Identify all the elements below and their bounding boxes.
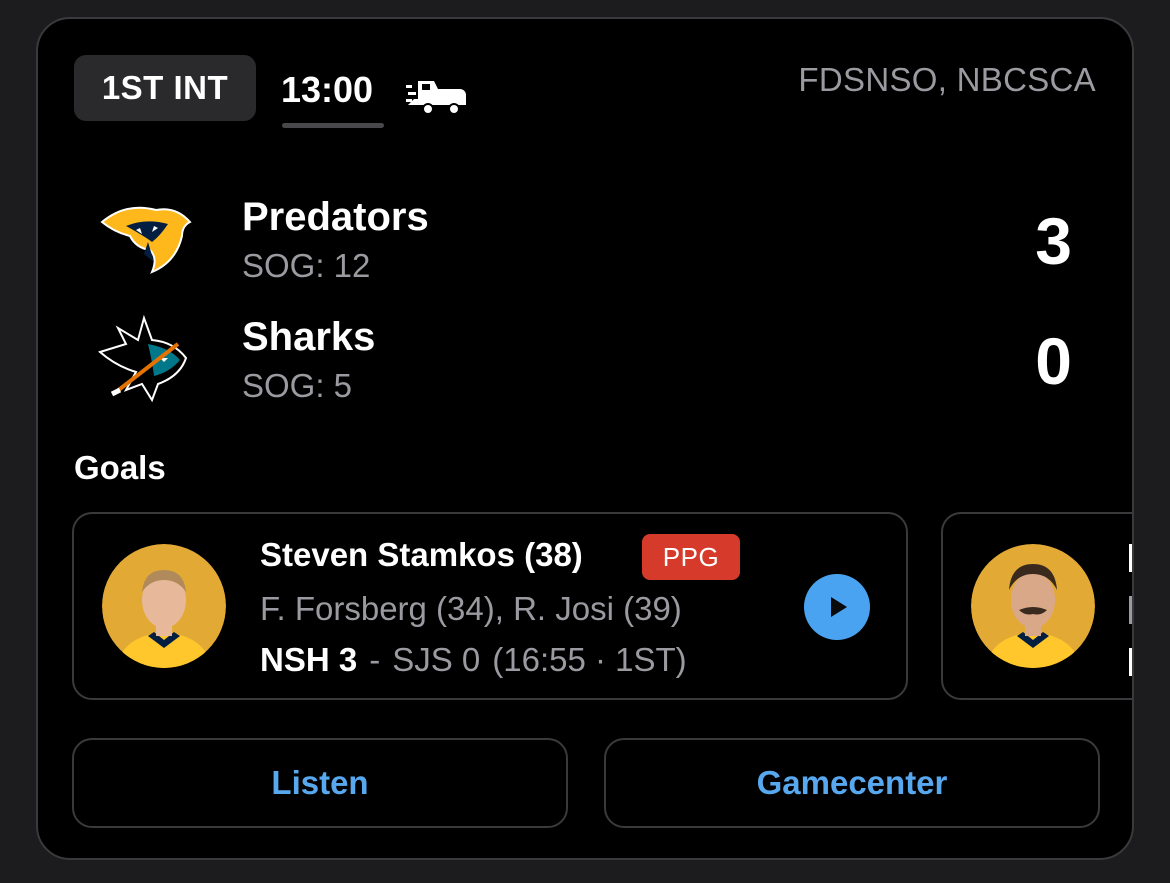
goal-card[interactable] (941, 512, 1132, 700)
game-card[interactable]: 1ST INT 13:00 FDSNSO, NBCSCA Predators S… (36, 17, 1134, 860)
goal-text-truncated (1129, 544, 1132, 700)
clock-progress-bar (282, 123, 384, 128)
goal-score-line: NSH 3 - SJS 0 (16:55 · 1ST) (260, 641, 687, 679)
game-clock: 13:00 (281, 69, 374, 110)
goal-home-score: NSH 3 (260, 641, 358, 678)
period-label: 1ST INT (101, 69, 229, 106)
listen-button[interactable]: Listen (72, 738, 568, 828)
team-score-predators: 3 (1035, 204, 1072, 278)
play-icon (831, 597, 847, 617)
goal-away-score: SJS 0 (392, 641, 481, 678)
zamboni-icon (406, 81, 466, 115)
team-sog-predators: SOG: 12 (242, 247, 371, 284)
team-name-sharks: Sharks (242, 315, 376, 359)
predators-logo (100, 206, 192, 274)
sharks-logo (97, 314, 188, 403)
player-avatar (971, 544, 1095, 668)
goal-time: (16:55 · 1ST) (492, 641, 687, 678)
goal-assists: F. Forsberg (34), R. Josi (39) (260, 590, 682, 627)
play-highlight-button[interactable] (804, 574, 870, 640)
gamecenter-button[interactable]: Gamecenter (604, 738, 1100, 828)
team-name-predators: Predators (242, 195, 429, 239)
goal-score-separator: - (369, 641, 381, 678)
player-avatar (102, 544, 226, 668)
goal-scorer: Steven Stamkos (38) (260, 536, 583, 573)
goal-card[interactable]: Steven Stamkos (38) PPG F. Forsberg (34)… (72, 512, 908, 700)
team-sog-sharks: SOG: 5 (242, 367, 353, 404)
broadcast-networks: FDSNSO, NBCSCA (798, 61, 1096, 98)
goals-heading: Goals (74, 449, 166, 486)
period-badge: 1ST INT (74, 55, 256, 121)
team-score-sharks: 0 (1035, 324, 1072, 398)
ppg-badge: PPG (642, 534, 740, 580)
